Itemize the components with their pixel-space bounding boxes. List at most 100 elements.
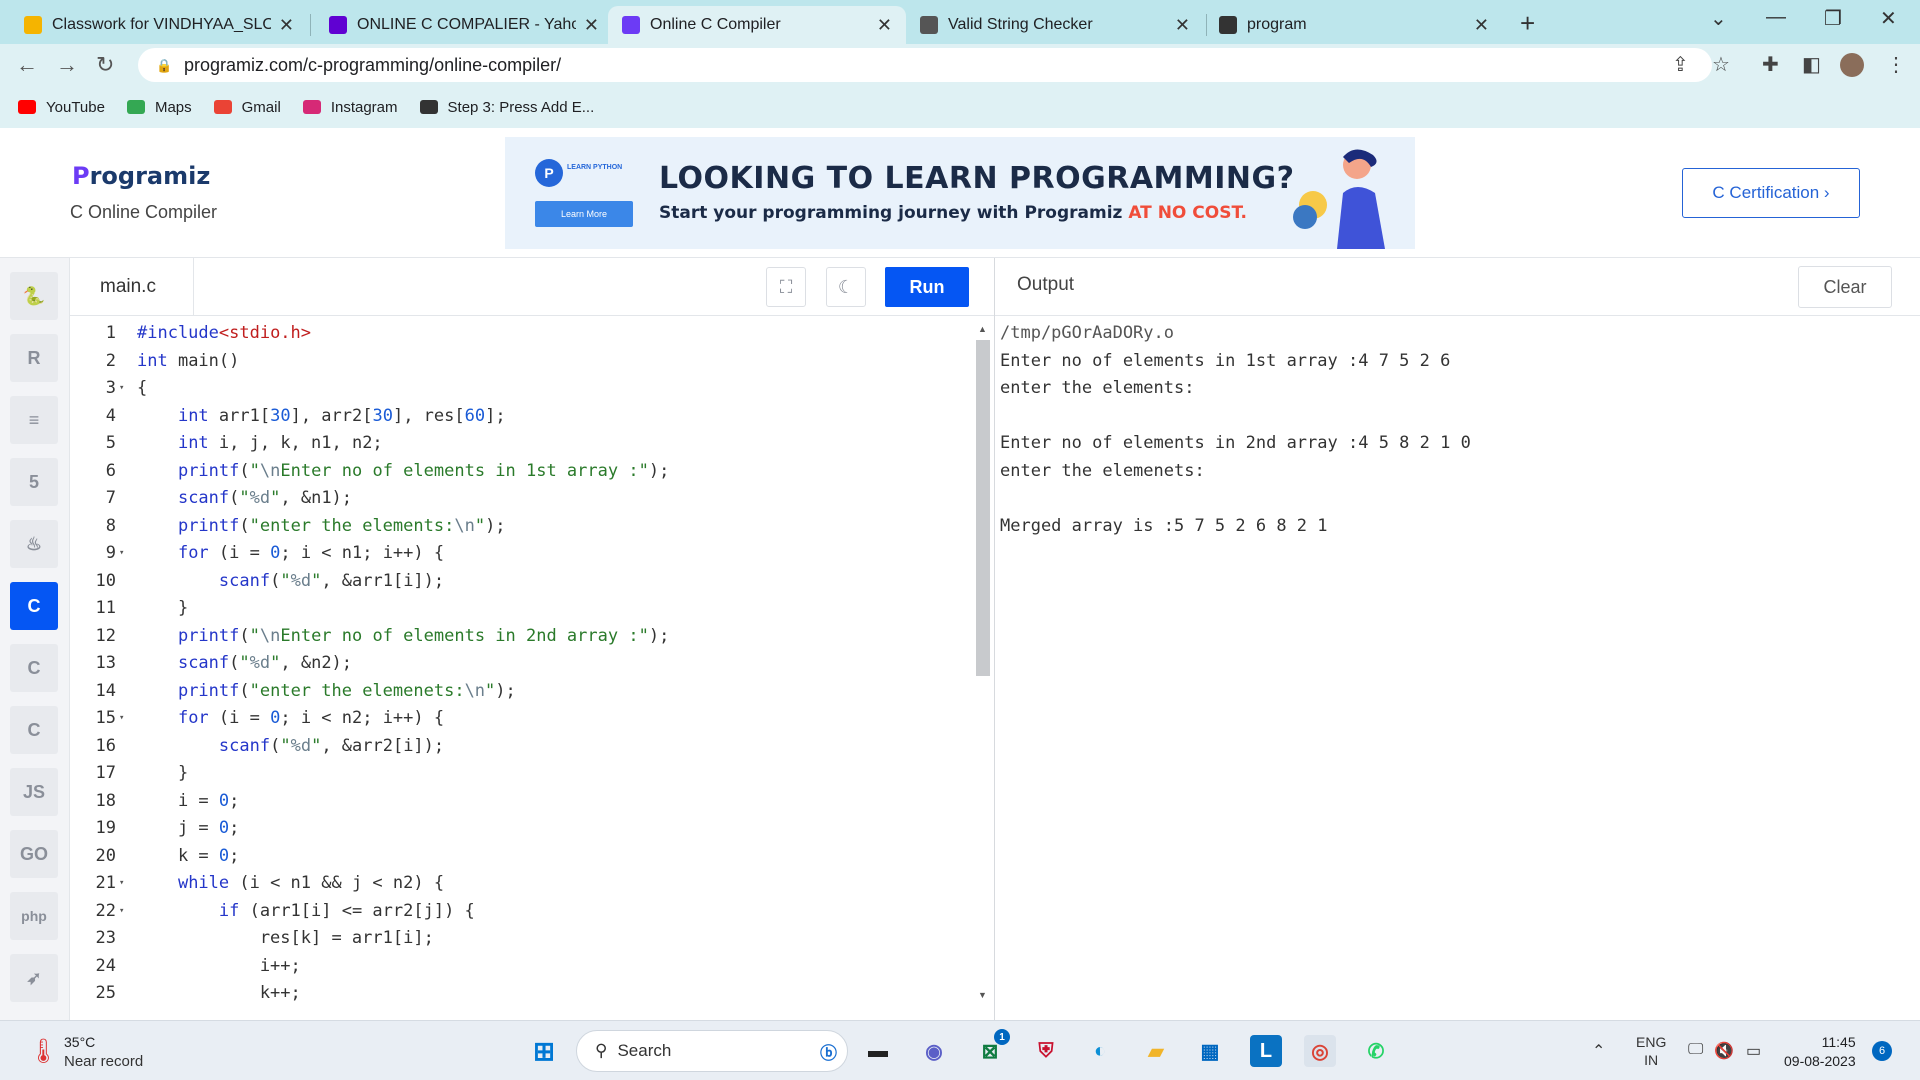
ms-store-icon[interactable]: ▦ [1194,1035,1226,1067]
scroll-down-icon[interactable]: ▼ [978,990,987,1000]
l-app-icon[interactable]: L [1250,1035,1282,1067]
teams-chat-icon[interactable]: ◉ [918,1035,950,1067]
code-line[interactable]: 1 #include<stdio.h> [70,320,970,347]
code-line[interactable]: 9 ▾ for (i = 0; i < n1; i++) { [70,540,970,567]
bookmark-star-icon[interactable]: ☆ [1712,52,1730,77]
code-line[interactable]: 18 i = 0; [70,788,970,815]
volume-muted-icon[interactable]: 🔇 [1714,1041,1734,1061]
notifications-badge[interactable]: 6 [1872,1041,1892,1061]
tab-close-icon[interactable]: ✕ [877,15,892,36]
extensions-icon[interactable]: ✚ [1762,52,1779,77]
go-icon[interactable]: GO [10,830,58,878]
menu-icon[interactable]: ⋮ [1886,52,1906,77]
code-line[interactable]: 11 } [70,595,970,622]
r-icon[interactable]: R [10,334,58,382]
forward-icon[interactable]: → [56,52,78,78]
database-icon[interactable]: ≡ [10,396,58,444]
bookmark-2[interactable]: Maps [126,99,192,116]
code-line[interactable]: 21 ▾ while (i < n1 && j < n2) { [70,870,970,897]
python-icon[interactable]: 🐍 [10,272,58,320]
chrome-icon[interactable]: ◎ [1304,1035,1336,1067]
bookmark-1[interactable]: YouTube [18,99,105,116]
fold-toggle-icon[interactable]: ▾ [119,540,124,567]
new-tab-button[interactable]: + [1520,8,1535,39]
code-line[interactable]: 8 printf("enter the elements:\n"); [70,513,970,540]
c-icon[interactable]: C [10,582,58,630]
bookmark-3[interactable]: Gmail [213,99,281,116]
html5-icon[interactable]: 5 [10,458,58,506]
code-line[interactable]: 10 scanf("%d", &arr1[i]); [70,568,970,595]
code-line[interactable]: 25 k++; [70,980,970,1007]
network-icon[interactable]: 🖵 [1688,1041,1703,1059]
programiz-logo[interactable]: Programiz [72,162,210,190]
weather-widget[interactable]: 🌡 35°C Near record [28,1031,228,1073]
scroll-up-icon[interactable]: ▲ [978,324,987,334]
restore-icon[interactable]: ❐ [1824,6,1842,31]
xbox-icon[interactable]: ⊠ 1 [974,1029,1010,1067]
php-icon[interactable]: php [10,892,58,940]
battery-icon[interactable]: ▭ [1746,1041,1761,1061]
tab-4[interactable]: Valid String Checker ✕ [906,6,1204,44]
cpp-icon[interactable]: C [10,644,58,692]
file-explorer-icon[interactable]: ▰ [1140,1035,1172,1067]
bookmark-4[interactable]: Instagram [302,99,398,116]
close-window-icon[interactable]: ✕ [1880,6,1897,31]
tab-close-icon[interactable]: ✕ [279,15,294,36]
tab-close-icon[interactable]: ✕ [584,15,599,36]
fullscreen-icon[interactable]: ⛶ [766,267,806,307]
code-line[interactable]: 14 printf("enter the elemenets:\n"); [70,678,970,705]
taskbar-search[interactable]: ⚲ Search ⓑ [576,1030,848,1072]
fold-toggle-icon[interactable]: ▾ [119,705,124,732]
bookmark-5[interactable]: Step 3: Press Add E... [419,99,594,116]
code-line[interactable]: 12 printf("\nEnter no of elements in 2nd… [70,623,970,650]
tab-close-icon[interactable]: ✕ [1175,15,1190,36]
bing-icon[interactable]: ⓑ [820,1039,837,1064]
tab-search-icon[interactable]: ⌄ [1710,6,1727,31]
c-certification-button[interactable]: C Certification › [1682,168,1860,218]
code-line[interactable]: 3 ▾ { [70,375,970,402]
javascript-icon[interactable]: JS [10,768,58,816]
system-clock[interactable]: 11:45 09-08-2023 [1784,1033,1856,1071]
code-line[interactable]: 13 scanf("%d", &n2); [70,650,970,677]
dark-mode-icon[interactable]: ☾ [826,267,866,307]
run-button[interactable]: Run [885,267,969,307]
code-line[interactable]: 16 scanf("%d", &arr2[i]); [70,733,970,760]
code-editor[interactable]: 1 #include<stdio.h> 2 int main() 3 ▾{4 int ar… [70,316,995,1020]
fold-toggle-icon[interactable]: ▾ [119,898,124,925]
mcafee-icon[interactable]: ⛨ [1030,1035,1062,1067]
code-line[interactable]: 2 int main() [70,348,970,375]
ad-banner[interactable]: P LEARN PYTHON Learn More LOOKING TO LEA… [505,137,1415,249]
tab-5[interactable]: program ✕ [1205,6,1503,44]
tab-2[interactable]: ONLINE C COMPALIER - Yahoo Ir ✕ [315,6,613,44]
fold-toggle-icon[interactable]: ▾ [119,375,124,402]
code-line[interactable]: 17 } [70,760,970,787]
task-view-icon[interactable]: ▬ [862,1035,894,1067]
csharp-icon[interactable]: C [10,706,58,754]
reload-icon[interactable]: ↻ [96,52,114,78]
code-line[interactable]: 7 scanf("%d", &n1); [70,485,970,512]
language-indicator[interactable]: ENG IN [1636,1033,1666,1069]
side-panel-icon[interactable]: ◧ [1802,52,1821,77]
code-line[interactable]: 5 int i, j, k, n1, n2; [70,430,970,457]
code-line[interactable]: 15 ▾ for (i = 0; i < n2; i++) { [70,705,970,732]
address-bar[interactable]: 🔒 programiz.com/c-programming/online-com… [138,48,1712,82]
swift-icon[interactable]: ➶ [10,954,58,1002]
profile-avatar[interactable] [1840,53,1864,77]
clear-button[interactable]: Clear [1798,266,1892,308]
code-line[interactable]: 23 res[k] = arr1[i]; [70,925,970,952]
tab-3[interactable]: Online C Compiler ✕ [608,6,906,44]
share-icon[interactable]: ⇪ [1672,52,1689,77]
code-line[interactable]: 19 j = 0; [70,815,970,842]
whatsapp-icon[interactable]: ✆ [1360,1035,1392,1067]
editor-scrollbar[interactable] [976,340,990,676]
windows-start-icon[interactable]: ⊞ [528,1035,560,1067]
code-line[interactable]: 24 i++; [70,953,970,980]
code-line[interactable]: 22 ▾ if (arr1[i] <= arr2[j]) { [70,898,970,925]
java-icon[interactable]: ♨ [10,520,58,568]
tab-1[interactable]: Classwork for VINDHYAA_SLOT B ✕ [10,6,308,44]
show-hidden-icons[interactable]: ⌃ [1592,1041,1605,1061]
tab-close-icon[interactable]: ✕ [1474,15,1489,36]
back-icon[interactable]: ← [16,52,38,78]
learn-more-button[interactable]: Learn More [535,201,633,227]
fold-toggle-icon[interactable]: ▾ [119,870,124,897]
